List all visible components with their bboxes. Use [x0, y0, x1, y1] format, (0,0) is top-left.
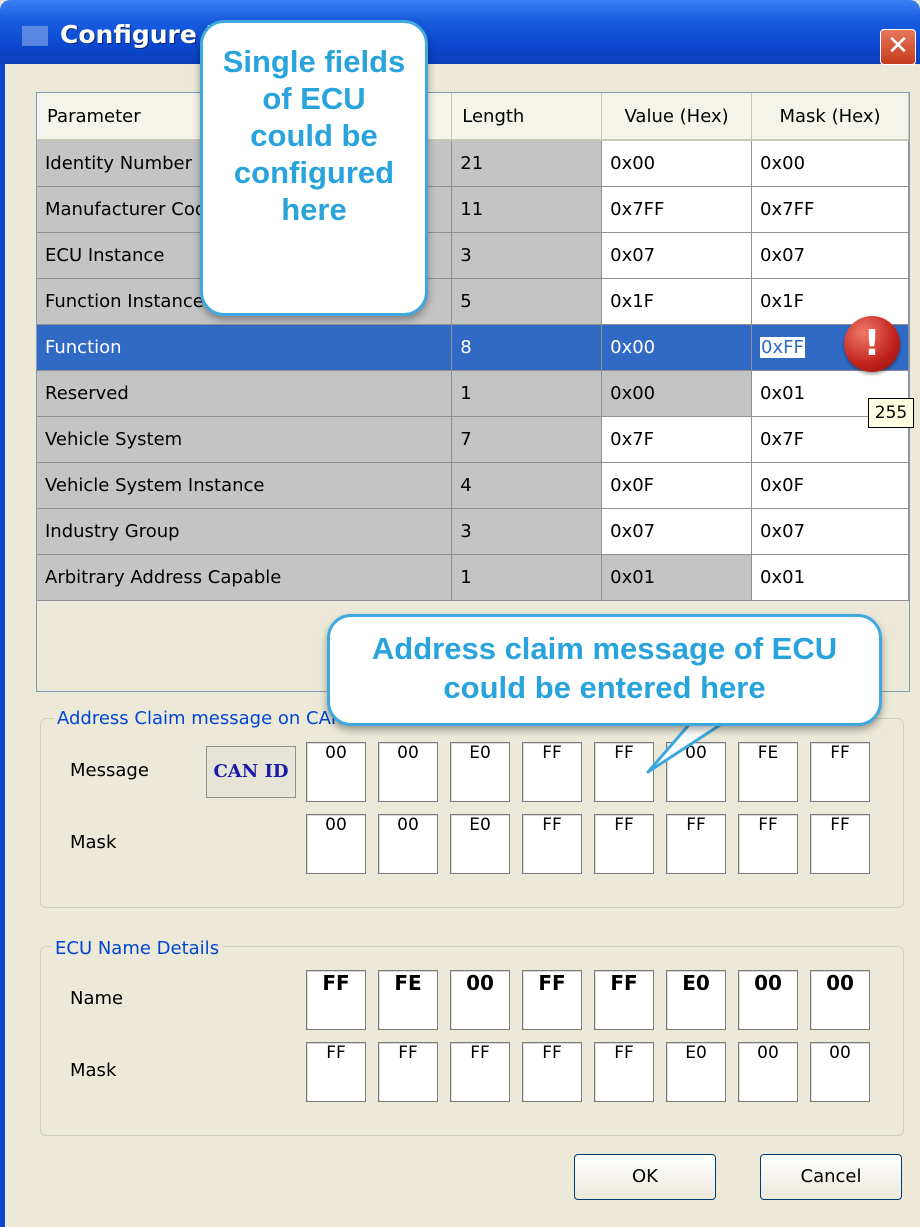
table-row[interactable]: Industry Group 3 0x07 0x07	[37, 508, 909, 555]
message-mask-byte-input[interactable]: FF	[594, 814, 654, 874]
length-cell: 1	[451, 554, 603, 601]
address-callout: Address claim message of ECU could be en…	[327, 614, 882, 726]
length-cell: 4	[451, 462, 603, 509]
message-mask-byte-input[interactable]: FF	[522, 814, 582, 874]
message-byte-input[interactable]: FF	[522, 742, 582, 802]
name-mask-byte-input[interactable]: E0	[666, 1042, 726, 1102]
length-cell: 3	[451, 508, 603, 555]
mask-cell[interactable]: 0x01	[751, 554, 909, 601]
message-byte-input[interactable]: 00	[378, 742, 438, 802]
table-row[interactable]: Function 8 0x00 0xFF	[37, 324, 909, 371]
name-label: Name	[70, 988, 124, 1009]
message-byte-input[interactable]: FF	[810, 742, 870, 802]
table-row[interactable]: ECU Instance 3 0x07 0x07	[37, 232, 909, 279]
message-label: Message	[70, 760, 149, 781]
message-mask-byte-input[interactable]: E0	[450, 814, 510, 874]
mask-cell[interactable]: 0x07	[751, 232, 909, 279]
selected-text[interactable]: 0xFF	[760, 337, 805, 358]
table-row[interactable]: Arbitrary Address Capable 1 0x01 0x01	[37, 554, 909, 601]
message-mask-byte-input[interactable]: FF	[738, 814, 798, 874]
length-cell: 11	[451, 186, 603, 233]
mask-cell[interactable]: 0x07	[751, 508, 909, 555]
parameter-cell: Industry Group	[37, 508, 453, 555]
message-byte-input[interactable]: E0	[450, 742, 510, 802]
mask-cell[interactable]: 0x00	[751, 140, 909, 187]
name-mask-byte-input[interactable]: FF	[306, 1042, 366, 1102]
message-byte-input[interactable]: 00	[306, 742, 366, 802]
length-cell: 5	[451, 278, 603, 325]
name-byte-input[interactable]: FF	[306, 970, 366, 1030]
name-byte-input[interactable]: FF	[594, 970, 654, 1030]
message-mask-byte-input[interactable]: 00	[306, 814, 366, 874]
cancel-button[interactable]: Cancel	[760, 1154, 902, 1200]
window-icon	[22, 26, 48, 46]
mask-cell[interactable]: 0x0F	[751, 462, 909, 509]
name-mask-byte-input[interactable]: FF	[522, 1042, 582, 1102]
length-cell: 8	[451, 324, 603, 371]
message-byte-input[interactable]: 00	[666, 742, 726, 802]
close-button[interactable]: ✕	[880, 29, 916, 65]
name-mask-byte-input[interactable]: 00	[738, 1042, 798, 1102]
value-cell[interactable]: 0x0F	[601, 462, 753, 509]
ecu-name-legend: ECU Name Details	[52, 938, 223, 959]
title-bar: Configure ECU ✕	[0, 0, 920, 65]
value-cell[interactable]: 0x00	[601, 140, 753, 187]
table-row[interactable]: Reserved 1 0x00 0x01	[37, 370, 909, 417]
window-frame	[0, 64, 5, 1227]
parameter-grid: Parameter Length Value (Hex) Mask (Hex) …	[36, 92, 910, 692]
ok-button[interactable]: OK	[574, 1154, 716, 1200]
table-row[interactable]: Identity Number 21 0x00 0x00	[37, 140, 909, 187]
table-row[interactable]: Vehicle System 7 0x7F 0x7F	[37, 416, 909, 463]
length-cell: 3	[451, 232, 603, 279]
name-mask-byte-input[interactable]: 00	[810, 1042, 870, 1102]
length-cell: 1	[451, 370, 603, 417]
value-cell[interactable]: 0x00	[601, 324, 753, 371]
value-cell[interactable]: 0x01	[601, 554, 753, 601]
address-claim-legend: Address Claim message on CAN	[54, 708, 348, 729]
table-row[interactable]: Function Instance 5 0x1F 0x1F	[37, 278, 909, 325]
column-header-length[interactable]: Length	[451, 93, 603, 141]
name-mask-byte-input[interactable]: FF	[450, 1042, 510, 1102]
message-byte-input[interactable]: FE	[738, 742, 798, 802]
message-mask-byte-input[interactable]: 00	[378, 814, 438, 874]
value-tooltip: 255	[868, 398, 914, 428]
mask-cell[interactable]: 0x7FF	[751, 186, 909, 233]
parameter-cell: Arbitrary Address Capable	[37, 554, 453, 601]
column-header-mask[interactable]: Mask (Hex)	[751, 93, 909, 141]
value-cell[interactable]: 0x7F	[601, 416, 753, 463]
value-cell[interactable]: 0x00	[601, 370, 753, 417]
name-mask-byte-input[interactable]: FF	[594, 1042, 654, 1102]
name-byte-input[interactable]: FE	[378, 970, 438, 1030]
name-mask-label: Mask	[70, 1060, 117, 1081]
table-row[interactable]: Vehicle System Instance 4 0x0F 0x0F	[37, 462, 909, 509]
message-mask-byte-input[interactable]: FF	[666, 814, 726, 874]
name-byte-input[interactable]: E0	[666, 970, 726, 1030]
parameter-cell: Reserved	[37, 370, 453, 417]
name-mask-byte-input[interactable]: FF	[378, 1042, 438, 1102]
name-byte-input[interactable]: 00	[810, 970, 870, 1030]
column-header-value[interactable]: Value (Hex)	[601, 93, 753, 141]
configure-ecu-dialog: Configure ECU ✕ Parameter Length Value (…	[0, 0, 920, 1227]
value-cell[interactable]: 0x07	[601, 508, 753, 555]
parameter-cell: Function	[37, 324, 453, 371]
length-cell: 7	[451, 416, 603, 463]
name-byte-input[interactable]: 00	[450, 970, 510, 1030]
address-mask-label: Mask	[70, 832, 117, 853]
fields-callout: Single fields of ECU could be configured…	[200, 20, 428, 316]
length-cell: 21	[451, 140, 603, 187]
name-byte-input[interactable]: 00	[738, 970, 798, 1030]
parameter-cell: Vehicle System Instance	[37, 462, 453, 509]
table-row[interactable]: Manufacturer Code 11 0x7FF 0x7FF	[37, 186, 909, 233]
can-id-button[interactable]: CAN ID	[206, 746, 296, 798]
name-byte-input[interactable]: FF	[522, 970, 582, 1030]
value-cell[interactable]: 0x1F	[601, 278, 753, 325]
exclamation-icon: !	[844, 316, 900, 372]
value-cell[interactable]: 0x07	[601, 232, 753, 279]
message-byte-input[interactable]: FF	[594, 742, 654, 802]
parameter-cell: Vehicle System	[37, 416, 453, 463]
parameter-table: Parameter Length Value (Hex) Mask (Hex) …	[37, 93, 909, 601]
value-cell[interactable]: 0x7FF	[601, 186, 753, 233]
mask-cell[interactable]: 0x1F	[751, 278, 909, 325]
message-mask-byte-input[interactable]: FF	[810, 814, 870, 874]
